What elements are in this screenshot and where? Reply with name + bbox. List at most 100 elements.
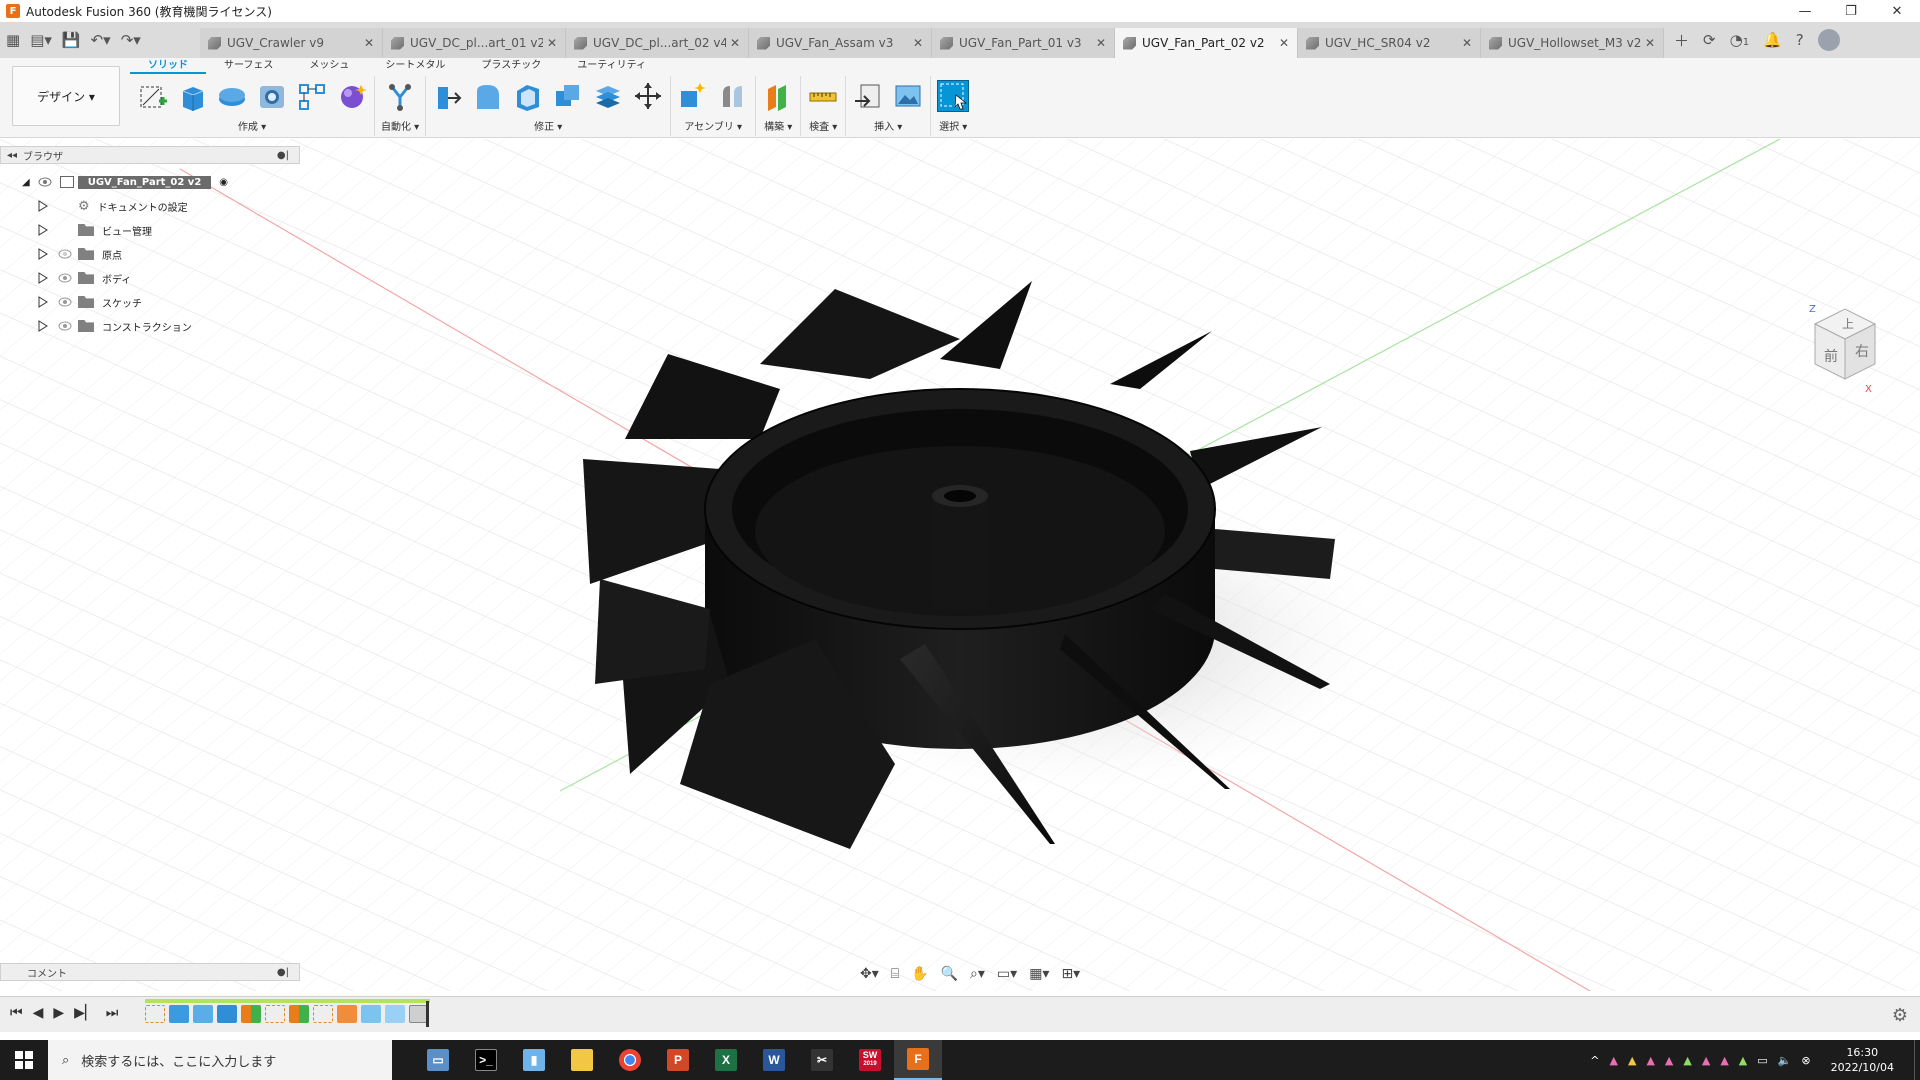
document-tab[interactable]: UGV_Fan_Part_01 v3 ✕ bbox=[932, 28, 1115, 58]
timeline-sketch-item[interactable] bbox=[145, 1005, 165, 1023]
offset-plane-icon[interactable] bbox=[762, 80, 794, 112]
create-form-icon[interactable] bbox=[336, 80, 368, 112]
visibility-eye-icon[interactable] bbox=[58, 249, 72, 259]
taskbar-excel-icon[interactable]: X bbox=[702, 1040, 750, 1080]
document-tab[interactable]: UGV_DC_pl...art_02 v4 ✕ bbox=[566, 28, 749, 58]
taskbar-clock[interactable]: 16:30 2022/10/04 bbox=[1821, 1045, 1904, 1075]
taskbar-pc-icon[interactable]: ▭ bbox=[414, 1040, 462, 1080]
play-icon[interactable]: ▶ bbox=[53, 1005, 64, 1021]
taskbar-powerpoint-icon[interactable]: P bbox=[654, 1040, 702, 1080]
close-window-button[interactable]: ✕ bbox=[1874, 0, 1920, 22]
create-sketch-icon[interactable] bbox=[136, 80, 168, 112]
tray-chevron-icon[interactable]: ^ bbox=[1590, 1054, 1599, 1067]
zoom-icon[interactable]: 🔍 bbox=[941, 966, 958, 982]
insert-derive-icon[interactable] bbox=[852, 80, 884, 112]
browser-item[interactable]: スケッチ bbox=[0, 290, 300, 314]
tray-app-icon[interactable]: ▲ bbox=[1720, 1054, 1728, 1067]
expand-triangle-icon[interactable] bbox=[38, 248, 48, 260]
pan-hand-icon[interactable]: ✋ bbox=[911, 966, 928, 982]
undo-icon[interactable]: ↶▾ bbox=[91, 31, 111, 49]
restore-button[interactable]: ❐ bbox=[1828, 0, 1874, 22]
document-tab[interactable]: UGV_DC_pl...art_01 v2 ✕ bbox=[383, 28, 566, 58]
expand-triangle-icon[interactable] bbox=[38, 296, 48, 308]
taskbar-search-box[interactable]: ⌕ 検索するには、ここに入力します bbox=[48, 1040, 392, 1080]
ribbon-tab[interactable]: シートメタル bbox=[367, 58, 463, 74]
taskbar-solidworks-icon[interactable]: SW 2019 bbox=[846, 1040, 894, 1080]
timeline-pattern-item[interactable] bbox=[361, 1005, 381, 1023]
document-tab[interactable]: UGV_Fan_Part_02 v2 ✕ bbox=[1115, 28, 1298, 58]
tray-app-icon[interactable]: ▲ bbox=[1628, 1054, 1636, 1067]
expand-triangle-icon[interactable] bbox=[38, 200, 48, 212]
select-group-label[interactable]: 選択 ▾ bbox=[939, 118, 967, 133]
insert-group-label[interactable]: 挿入 ▾ bbox=[874, 118, 902, 133]
ribbon-tab[interactable]: サーフェス bbox=[206, 58, 291, 74]
expand-triangle-icon[interactable] bbox=[38, 272, 48, 284]
help-icon[interactable]: ? bbox=[1796, 31, 1804, 49]
press-pull-icon[interactable] bbox=[432, 80, 464, 112]
grid-settings-icon[interactable]: ▦▾ bbox=[1029, 966, 1049, 982]
app-grid-icon[interactable]: ▦ bbox=[6, 31, 20, 49]
new-component-icon[interactable] bbox=[677, 80, 709, 112]
tray-app-icon[interactable]: ▲ bbox=[1665, 1054, 1673, 1067]
joint-icon[interactable] bbox=[717, 80, 749, 112]
timeline-loft-item[interactable] bbox=[337, 1005, 357, 1023]
tray-app-icon[interactable]: ▲ bbox=[1683, 1054, 1691, 1067]
browser-item[interactable]: ボディ bbox=[0, 266, 300, 290]
timeline-settings-gear-icon[interactable]: ⚙ bbox=[1892, 1005, 1908, 1026]
close-tab-icon[interactable]: ✕ bbox=[1096, 36, 1106, 50]
workspace-switcher[interactable]: デザイン ▾ bbox=[12, 66, 120, 126]
taskbar-word-icon[interactable]: W bbox=[750, 1040, 798, 1080]
document-tab[interactable]: UGV_Fan_Assam v3 ✕ bbox=[749, 28, 932, 58]
shell-icon[interactable] bbox=[512, 80, 544, 112]
combine-icon[interactable] bbox=[552, 80, 584, 112]
job-status-icon[interactable]: ◔1 bbox=[1730, 31, 1749, 49]
visibility-eye-icon[interactable] bbox=[58, 273, 72, 283]
inspect-group-label[interactable]: 検査 ▾ bbox=[809, 118, 837, 133]
look-at-icon[interactable]: ⌸ bbox=[891, 966, 899, 982]
close-tab-icon[interactable]: ✕ bbox=[364, 36, 374, 50]
new-tab-icon[interactable]: ＋ bbox=[1674, 30, 1689, 51]
taskbar-notepad-icon[interactable]: ▮ bbox=[510, 1040, 558, 1080]
timeline-plane-item[interactable] bbox=[241, 1005, 261, 1023]
select-icon[interactable] bbox=[937, 80, 970, 112]
assemble-group-label[interactable]: アセンブリ ▾ bbox=[684, 118, 742, 133]
browser-item[interactable]: コンストラクション bbox=[0, 314, 300, 338]
measure-icon[interactable] bbox=[807, 80, 839, 112]
close-tab-icon[interactable]: ✕ bbox=[913, 36, 923, 50]
ribbon-tab[interactable]: ユーティリティ bbox=[559, 58, 664, 74]
tray-network-icon[interactable]: ▭ bbox=[1757, 1054, 1767, 1067]
tray-app-icon[interactable]: ▲ bbox=[1739, 1054, 1747, 1067]
timeline-pattern-item[interactable] bbox=[385, 1005, 405, 1023]
avatar[interactable] bbox=[1817, 29, 1840, 51]
expand-triangle-icon[interactable] bbox=[38, 320, 48, 332]
go-to-end-icon[interactable]: ⏭ bbox=[106, 1005, 119, 1021]
browser-item[interactable]: 原点 bbox=[0, 242, 300, 266]
browser-pin-icon[interactable]: ●| bbox=[277, 150, 289, 161]
save-icon[interactable]: 💾 bbox=[62, 31, 81, 49]
document-tab[interactable]: UGV_HC_SR04 v2 ✕ bbox=[1298, 28, 1481, 58]
minimize-button[interactable]: — bbox=[1782, 0, 1828, 22]
browser-item[interactable]: ビュー管理 bbox=[0, 218, 300, 242]
browser-header[interactable]: ◂◂ ブラウザ ●| bbox=[0, 146, 300, 164]
visibility-eye-icon[interactable] bbox=[58, 321, 72, 331]
fillet-icon[interactable] bbox=[472, 80, 504, 112]
construct-group-label[interactable]: 構築 ▾ bbox=[764, 118, 792, 133]
timeline-sketch-item[interactable] bbox=[313, 1005, 333, 1023]
revolve-icon[interactable] bbox=[216, 80, 248, 112]
comments-panel[interactable]: コメント ●| bbox=[0, 963, 300, 981]
create-group-label[interactable]: 作成 ▾ bbox=[238, 118, 266, 133]
file-menu-icon[interactable]: ▤▾ bbox=[30, 31, 52, 49]
expand-triangle-icon[interactable] bbox=[38, 224, 48, 236]
visibility-eye-icon[interactable] bbox=[38, 177, 52, 187]
tray-app-icon[interactable]: ▲ bbox=[1702, 1054, 1710, 1067]
timeline-plane-item[interactable] bbox=[289, 1005, 309, 1023]
orbit-icon[interactable]: ✥▾ bbox=[860, 966, 879, 982]
taskbar-chrome-icon[interactable] bbox=[606, 1040, 654, 1080]
automate-group-label[interactable]: 自動化 ▾ bbox=[381, 118, 419, 133]
activate-radio-icon[interactable]: ◉ bbox=[219, 177, 228, 188]
comments-add-icon[interactable]: ●| bbox=[277, 967, 289, 978]
close-tab-icon[interactable]: ✕ bbox=[1462, 36, 1472, 50]
modify-group-label[interactable]: 修正 ▾ bbox=[534, 118, 562, 133]
close-tab-icon[interactable]: ✕ bbox=[730, 36, 740, 50]
timeline-extrude-item[interactable] bbox=[217, 1005, 237, 1023]
